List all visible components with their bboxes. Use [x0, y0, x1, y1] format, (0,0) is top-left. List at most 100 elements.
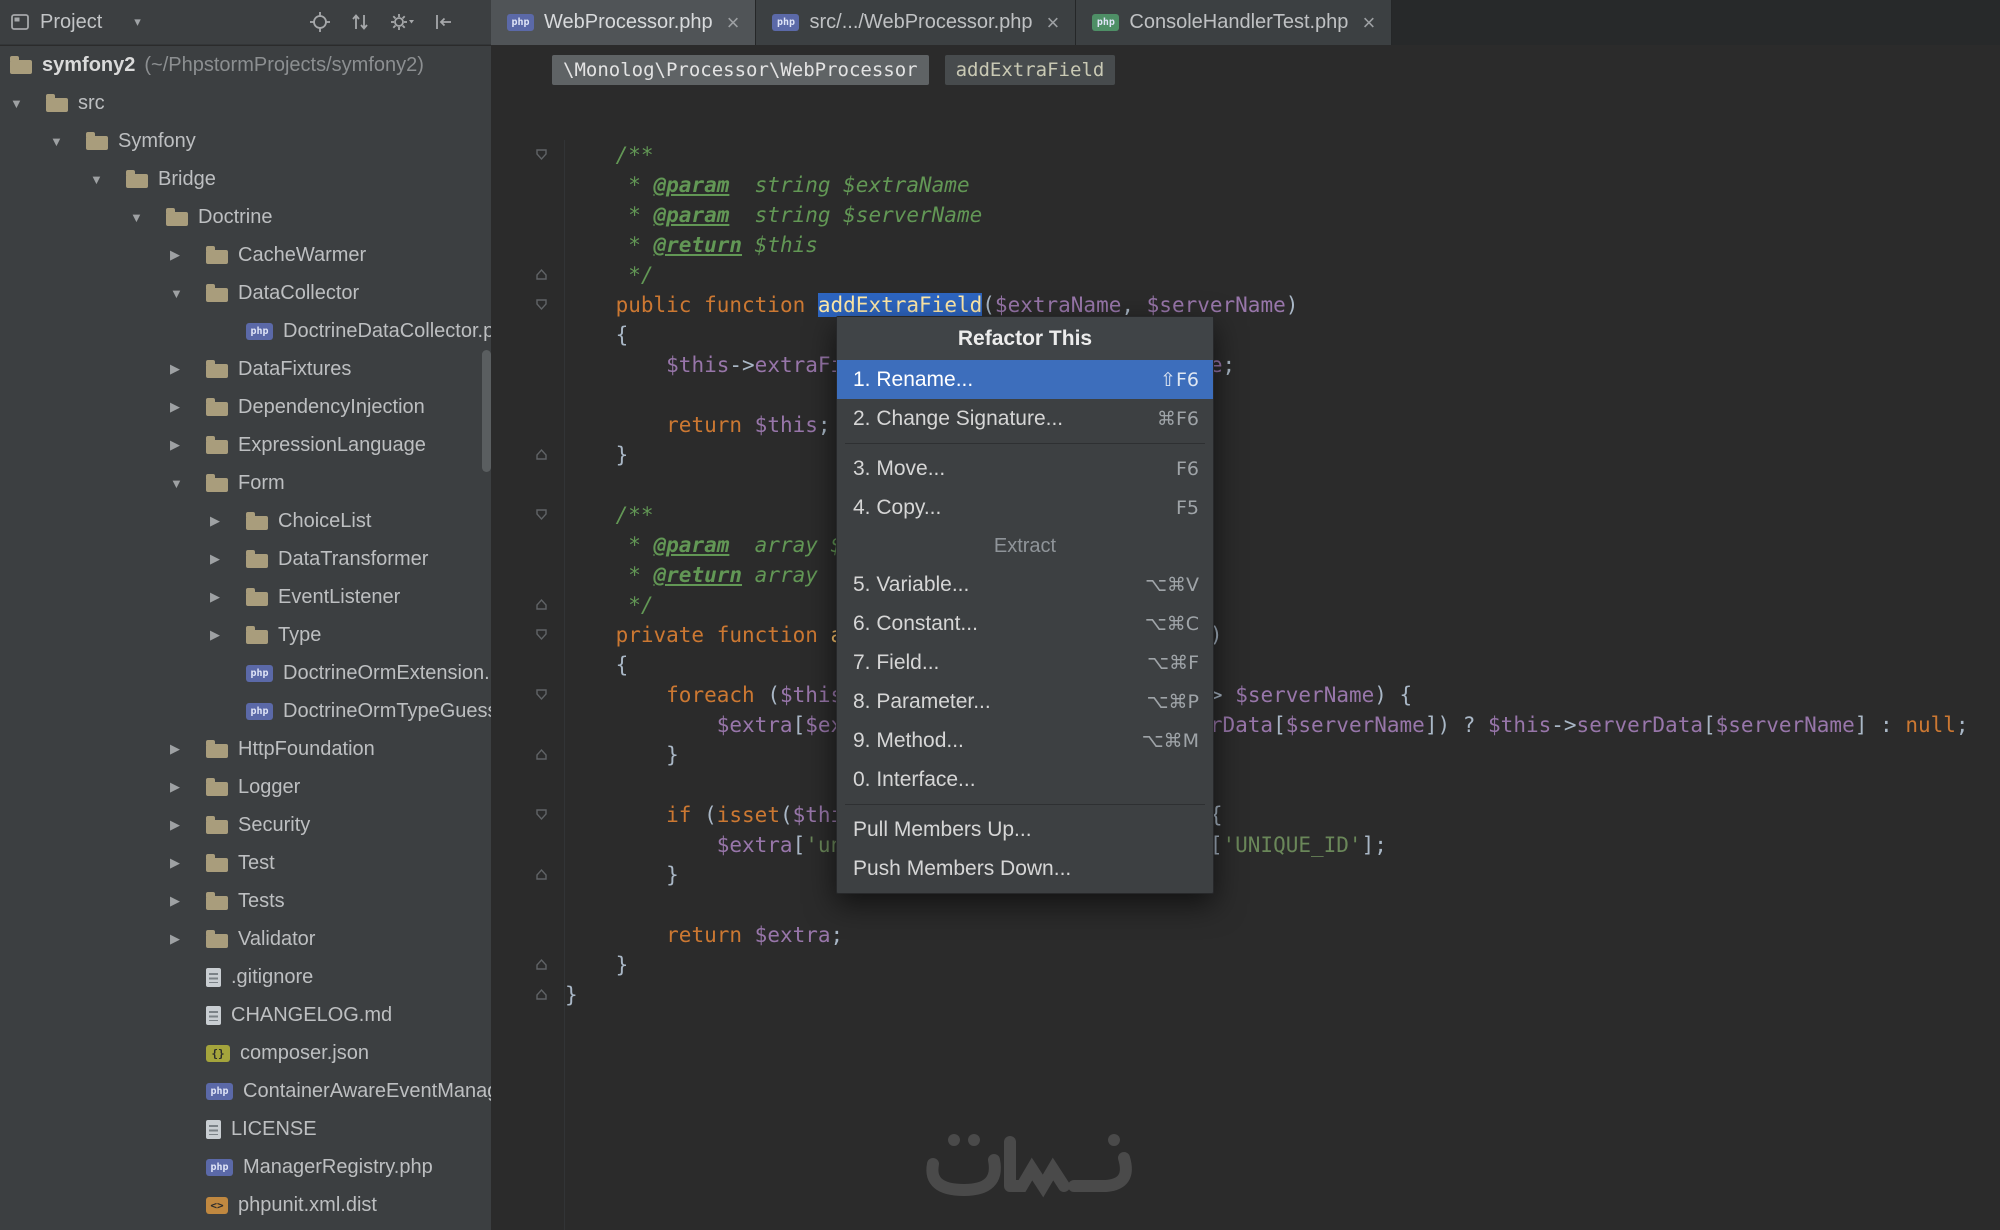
- fold-marker-icon[interactable]: [535, 808, 548, 821]
- tree-item[interactable]: {} composer.json: [0, 1034, 491, 1072]
- close-tab-icon[interactable]: ×: [1362, 11, 1375, 34]
- tree-item[interactable]: ▶ CacheWarmer: [0, 236, 491, 274]
- fold-marker-icon[interactable]: [535, 628, 548, 641]
- menu-item[interactable]: 2. Change Signature... ⌘F6: [837, 399, 1213, 438]
- locate-icon[interactable]: [309, 11, 331, 33]
- chevron-expanded-icon[interactable]: ▼: [170, 286, 206, 301]
- code-line[interactable]: * @return array: [491, 560, 2000, 590]
- tree-item[interactable]: <> phpunit.xml.dist: [0, 1186, 491, 1224]
- menu-item[interactable]: Push Members Down...: [837, 849, 1213, 888]
- fold-marker-icon[interactable]: [535, 268, 548, 281]
- code-line[interactable]: * @param array $extra: [491, 530, 2000, 560]
- code-line[interactable]: [491, 890, 2000, 920]
- chevron-collapsed-icon[interactable]: ▶: [170, 779, 206, 795]
- tree-item[interactable]: ▶ Test: [0, 844, 491, 882]
- fold-marker-icon[interactable]: [535, 298, 548, 311]
- chevron-collapsed-icon[interactable]: ▶: [170, 893, 206, 909]
- tree-item[interactable]: ▶ ExpressionLanguage: [0, 426, 491, 464]
- code-line[interactable]: */: [491, 590, 2000, 620]
- chevron-collapsed-icon[interactable]: ▶: [170, 741, 206, 757]
- chevron-collapsed-icon[interactable]: ▶: [170, 361, 206, 377]
- code-line[interactable]: [491, 770, 2000, 800]
- code-line[interactable]: {: [491, 650, 2000, 680]
- fold-marker-icon[interactable]: [535, 988, 548, 1001]
- code-line[interactable]: * @return $this: [491, 230, 2000, 260]
- chevron-expanded-icon[interactable]: ▼: [10, 96, 46, 111]
- tree-item[interactable]: ▼ Form: [0, 464, 491, 502]
- tree-scrollbar-thumb[interactable]: [482, 350, 491, 472]
- chevron-collapsed-icon[interactable]: ▶: [170, 817, 206, 833]
- tree-item[interactable]: ▼ Doctrine: [0, 198, 491, 236]
- tree-item[interactable]: ▶ EventListener: [0, 578, 491, 616]
- code-area[interactable]: /** * @param string $extraName * @param …: [491, 140, 2000, 1230]
- code-line[interactable]: foreach ($this->extraFields as $extraNam…: [491, 680, 2000, 710]
- chevron-collapsed-icon[interactable]: ▶: [170, 399, 206, 415]
- breadcrumb-member[interactable]: addExtraField: [944, 55, 1116, 85]
- settings-gear-icon[interactable]: [389, 11, 415, 33]
- code-line[interactable]: * @param string $serverName: [491, 200, 2000, 230]
- tree-item[interactable]: ▼ Symfony: [0, 122, 491, 160]
- editor-tab[interactable]: php src/.../WebProcessor.php ×: [756, 0, 1077, 45]
- fold-marker-icon[interactable]: [535, 508, 548, 521]
- menu-item[interactable]: 4. Copy... F5: [837, 488, 1213, 527]
- tree-item[interactable]: php ContainerAwareEventManager.php: [0, 1072, 491, 1110]
- project-selector-label[interactable]: Project: [40, 11, 102, 34]
- tree-item[interactable]: ▼ Bridge: [0, 160, 491, 198]
- tree-item[interactable]: ▶ DataTransformer: [0, 540, 491, 578]
- close-tab-icon[interactable]: ×: [727, 11, 740, 34]
- chevron-collapsed-icon[interactable]: ▶: [170, 855, 206, 871]
- chevron-down-icon[interactable]: ▾: [134, 14, 141, 30]
- tree-item[interactable]: ▶ ChoiceList: [0, 502, 491, 540]
- code-line[interactable]: {: [491, 320, 2000, 350]
- code-line[interactable]: [491, 470, 2000, 500]
- tree-item[interactable]: .gitignore: [0, 958, 491, 996]
- menu-item[interactable]: Pull Members Up...: [837, 810, 1213, 849]
- code-line[interactable]: }: [491, 860, 2000, 890]
- menu-item[interactable]: 3. Move... F6: [837, 449, 1213, 488]
- tree-item[interactable]: ▶ HttpFoundation: [0, 730, 491, 768]
- tree-item[interactable]: ▶ Type: [0, 616, 491, 654]
- editor-pane[interactable]: \Monolog\Processor\WebProcessor addExtra…: [491, 45, 2000, 1230]
- fold-marker-icon[interactable]: [535, 148, 548, 161]
- chevron-expanded-icon[interactable]: ▼: [170, 476, 206, 491]
- chevron-collapsed-icon[interactable]: ▶: [210, 513, 246, 529]
- tree-item[interactable]: ▼ src: [0, 84, 491, 122]
- sort-icon[interactable]: [349, 11, 371, 33]
- tree-item[interactable]: ▶ Security: [0, 806, 491, 844]
- code-line[interactable]: if (isset($this->serverData['UNIQUE_ID']…: [491, 800, 2000, 830]
- hide-panel-icon[interactable]: [433, 11, 455, 33]
- tree-item[interactable]: ▶ DataFixtures: [0, 350, 491, 388]
- menu-item[interactable]: 6. Constant... ⌥⌘C: [837, 604, 1213, 643]
- code-line[interactable]: public function addExtraField($extraName…: [491, 290, 2000, 320]
- tree-item[interactable]: php ManagerRegistry.php: [0, 1148, 491, 1186]
- chevron-collapsed-icon[interactable]: ▶: [210, 627, 246, 643]
- tree-item[interactable]: ▶ Logger: [0, 768, 491, 806]
- code-line[interactable]: }: [491, 980, 2000, 1010]
- tree-item[interactable]: symfony2 (~/PhpstormProjects/symfony2): [0, 46, 491, 84]
- fold-marker-icon[interactable]: [535, 748, 548, 761]
- code-line[interactable]: /**: [491, 140, 2000, 170]
- menu-item[interactable]: 8. Parameter... ⌥⌘P: [837, 682, 1213, 721]
- code-line[interactable]: }: [491, 740, 2000, 770]
- code-line[interactable]: }: [491, 440, 2000, 470]
- breadcrumb-class[interactable]: \Monolog\Processor\WebProcessor: [552, 55, 929, 85]
- fold-marker-icon[interactable]: [535, 448, 548, 461]
- chevron-expanded-icon[interactable]: ▼: [130, 210, 166, 225]
- code-line[interactable]: $extra['unique_id'] = $this->serverData[…: [491, 830, 2000, 860]
- editor-tab[interactable]: php ConsoleHandlerTest.php ×: [1076, 0, 1393, 45]
- menu-item[interactable]: 5. Variable... ⌥⌘V: [837, 565, 1213, 604]
- tree-item[interactable]: ▼ DataCollector: [0, 274, 491, 312]
- code-line[interactable]: $extra[$extraName] = isset($this->server…: [491, 710, 2000, 740]
- tree-item[interactable]: ▶ Tests: [0, 882, 491, 920]
- fold-marker-icon[interactable]: [535, 598, 548, 611]
- chevron-collapsed-icon[interactable]: ▶: [210, 589, 246, 605]
- code-line[interactable]: $this->extraFields[$extraName] = $server…: [491, 350, 2000, 380]
- code-line[interactable]: [491, 380, 2000, 410]
- fold-marker-icon[interactable]: [535, 688, 548, 701]
- menu-item[interactable]: 0. Interface...: [837, 760, 1213, 799]
- chevron-collapsed-icon[interactable]: ▶: [210, 551, 246, 567]
- tree-item[interactable]: php DoctrineOrmExtension.php: [0, 654, 491, 692]
- code-line[interactable]: }: [491, 950, 2000, 980]
- tree-item[interactable]: ▶ Validator: [0, 920, 491, 958]
- tree-item[interactable]: CHANGELOG.md: [0, 996, 491, 1034]
